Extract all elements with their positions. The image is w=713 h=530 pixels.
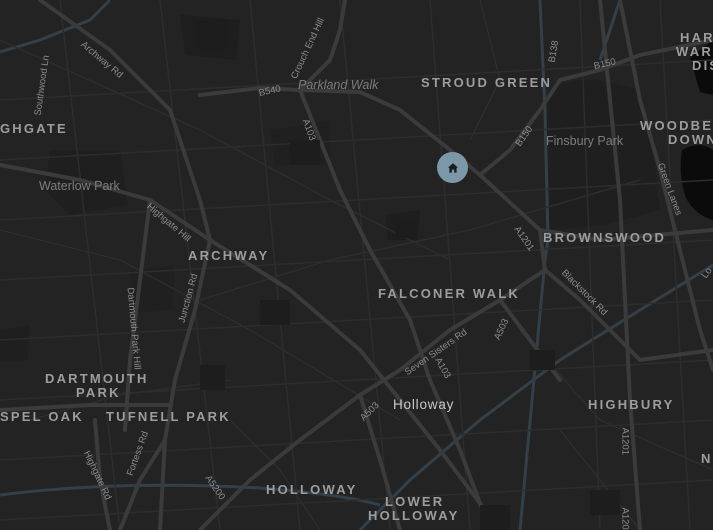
area-label-archway: ARCHWAY [188, 248, 270, 263]
area-label-lower-holloway-2: HOLLOWAY [368, 508, 460, 523]
area-label-woodberry-down-2: DOWN [668, 132, 713, 147]
area-label-dartmouth-park-2: PARK [76, 385, 121, 400]
area-label-tufnell-park: TUFNELL PARK [106, 409, 231, 424]
home-location-marker[interactable] [437, 152, 468, 183]
map-canvas[interactable]: GHGATE STROUD GREEN HAR WARE DIS WOODBE … [0, 0, 713, 530]
area-label-lower-holloway: LOWER [385, 494, 445, 509]
area-label-stroud-green: STROUD GREEN [421, 75, 553, 90]
area-label-harringay: HAR [680, 30, 713, 45]
area-label-dartmouth-park: DARTMOUTH [45, 371, 149, 386]
road-label-a1201-south: A1201 [619, 427, 631, 455]
area-label-edge-n: N [701, 451, 713, 466]
park-dartmouth [0, 325, 30, 362]
town-label-holloway: Holloway [393, 397, 455, 412]
area-label-highbury: HIGHBURY [588, 397, 675, 412]
area-label-brownswood: BROWNSWOOD [543, 230, 667, 245]
place-label-parkland-walk: Parkland Walk [298, 78, 379, 92]
area-label-holloway: HOLLOWAY [266, 482, 358, 497]
place-label-waterlow-park: Waterlow Park [39, 179, 120, 193]
area-label-woodberry-down: WOODBE [640, 118, 713, 133]
area-label-harringay-3: DIS [692, 58, 713, 73]
area-label-falconer-walk: FALCONER WALK [378, 286, 520, 301]
home-icon [447, 162, 458, 173]
road-label-a1201-bottom: A1201 [619, 507, 631, 530]
area-label-gospel-oak: SPEL OAK [0, 409, 84, 424]
place-label-finsbury-park: Finsbury Park [546, 134, 624, 148]
area-label-harringay-2: WARE [676, 44, 713, 59]
area-label-highgate: GHGATE [0, 121, 68, 136]
park-finsbury [545, 79, 660, 230]
